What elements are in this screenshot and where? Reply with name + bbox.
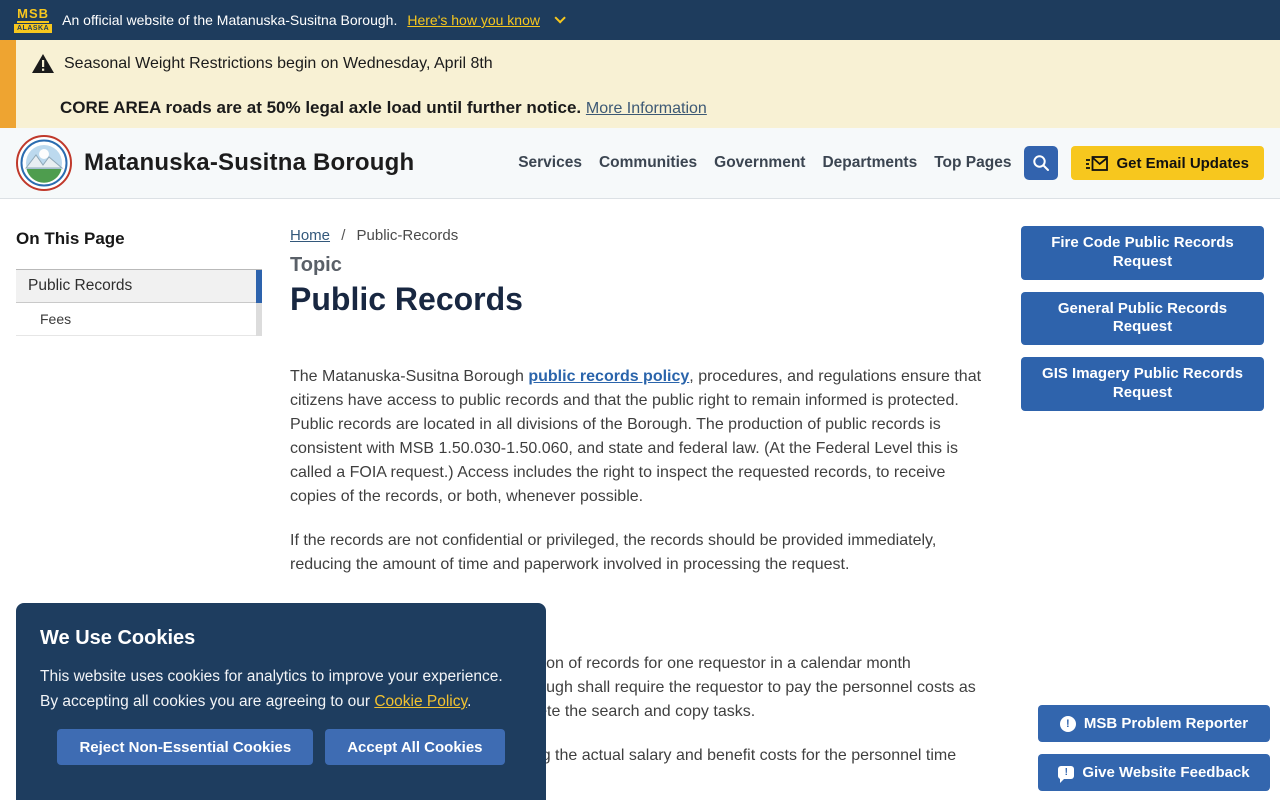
breadcrumb-home-link[interactable]: Home	[290, 227, 330, 244]
email-icon	[1086, 156, 1108, 171]
breadcrumb: Home / Public-Records	[290, 227, 458, 244]
nav-government[interactable]: Government	[714, 154, 805, 172]
give-website-feedback-button[interactable]: ! Give Website Feedback	[1038, 754, 1270, 791]
gis-imagery-records-request-button[interactable]: GIS Imagery Public Records Request	[1021, 357, 1264, 411]
site-header: Matanuska-Susitna Borough Services Commu…	[0, 128, 1280, 199]
chevron-down-icon	[554, 12, 565, 23]
nav-top-pages[interactable]: Top Pages	[934, 154, 1011, 172]
on-this-page-title: On This Page	[16, 229, 262, 249]
on-this-page-sidebar: On This Page Public Records Fees	[16, 229, 262, 336]
records-request-rail: Fire Code Public Records Request General…	[1021, 226, 1264, 411]
nav-communities[interactable]: Communities	[599, 154, 697, 172]
on-this-page-list: Public Records Fees	[16, 269, 262, 336]
alert-banner: Seasonal Weight Restrictions begin on We…	[0, 40, 1280, 128]
get-email-updates-button[interactable]: Get Email Updates	[1071, 146, 1264, 180]
second-paragraph: If the records are not confidential or p…	[290, 529, 990, 577]
fire-code-records-request-button[interactable]: Fire Code Public Records Request	[1021, 226, 1264, 280]
cookie-consent-banner: We Use Cookies This website uses cookies…	[16, 603, 546, 800]
intro-text-before: The Matanuska-Susitna Borough	[290, 368, 528, 385]
more-information-link[interactable]: More Information	[586, 100, 707, 117]
reject-cookies-button[interactable]: Reject Non-Essential Cookies	[57, 729, 313, 765]
breadcrumb-current: Public-Records	[357, 227, 459, 244]
intro-text-after: , procedures, and regulations ensure tha…	[290, 368, 981, 505]
search-icon	[1032, 154, 1050, 172]
page-title: Public Records	[290, 281, 523, 318]
get-email-updates-label: Get Email Updates	[1116, 155, 1249, 172]
msb-problem-reporter-button[interactable]: ! MSB Problem Reporter	[1038, 705, 1270, 742]
official-bar: MSB ALASKA An official website of the Ma…	[0, 0, 1280, 40]
alaska-logo-text: ALASKA	[14, 24, 52, 33]
sidebar-item-fees[interactable]: Fees	[16, 303, 262, 336]
cookie-text-line1: This website uses cookies for analytics …	[40, 668, 503, 685]
alert-line1: Seasonal Weight Restrictions begin on We…	[64, 55, 493, 73]
nav-departments[interactable]: Departments	[822, 154, 917, 172]
cookie-text-line2: By accepting all cookies you are agreein…	[40, 693, 374, 710]
feedback-label: Give Website Feedback	[1082, 764, 1249, 781]
search-button[interactable]	[1024, 146, 1058, 180]
sidebar-scrollbar-track[interactable]	[256, 270, 262, 336]
public-records-policy-link[interactable]: public records policy	[528, 368, 689, 385]
nav-services[interactable]: Services	[518, 154, 582, 172]
official-website-text: An official website of the Matanuska-Sus…	[62, 12, 397, 28]
topic-kicker: Topic	[290, 254, 342, 277]
cookie-policy-link[interactable]: Cookie Policy	[374, 693, 467, 710]
site-title: Matanuska-Susitna Borough	[84, 149, 414, 177]
sidebar-scrollbar-thumb[interactable]	[256, 270, 262, 303]
main-navigation: Services Communities Government Departme…	[518, 154, 1011, 172]
general-records-request-button[interactable]: General Public Records Request	[1021, 292, 1264, 346]
accept-cookies-button[interactable]: Accept All Cookies	[325, 729, 504, 765]
problem-reporter-label: MSB Problem Reporter	[1084, 715, 1248, 732]
warning-triangle-icon	[32, 54, 54, 73]
exclamation-circle-icon: !	[1060, 716, 1076, 732]
heres-how-you-know-link[interactable]: Here's how you know	[407, 12, 540, 28]
alert-line2: CORE AREA roads are at 50% legal axle lo…	[60, 98, 581, 117]
cookie-text-line2-end: .	[467, 693, 471, 710]
sidebar-item-public-records[interactable]: Public Records	[16, 270, 262, 303]
msb-logo-text: MSB	[17, 7, 49, 23]
intro-paragraph: The Matanuska-Susitna Borough public rec…	[290, 365, 990, 509]
borough-seal-logo	[16, 135, 72, 191]
msb-alaska-logo: MSB ALASKA	[14, 7, 52, 33]
cookie-title: We Use Cookies	[40, 627, 522, 650]
feedback-bubble-icon: !	[1058, 766, 1074, 779]
breadcrumb-separator: /	[341, 227, 345, 244]
